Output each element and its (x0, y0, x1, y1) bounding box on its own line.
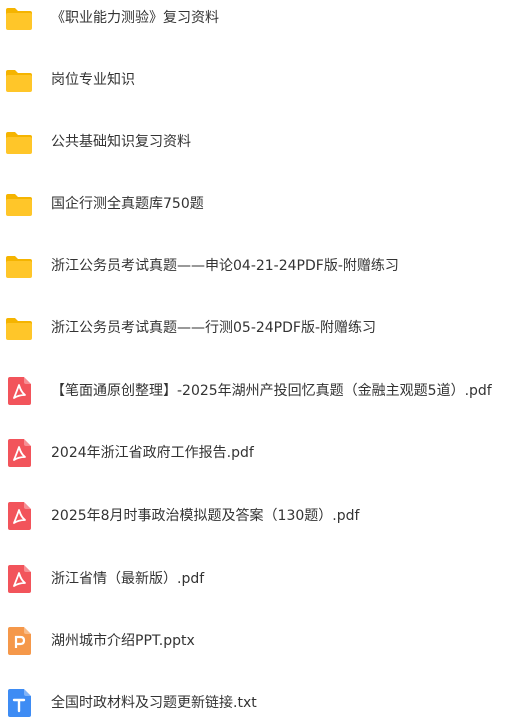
file-row-4[interactable]: 浙江公务员考试真题——申论04-21-24PDF版-附赠练习 (0, 248, 521, 284)
folder-icon (5, 3, 33, 33)
folder-icon (5, 189, 33, 219)
file-row-3[interactable]: 国企行测全真题库750题 (0, 186, 521, 222)
file-name: 【笔面通原创整理】-2025年湖州产投回忆真题（金融主观题5道）.pdf (51, 383, 492, 399)
file-name: 浙江省情（最新版）.pdf (51, 571, 205, 587)
folder-icon (5, 127, 33, 157)
folder-icon (5, 65, 33, 95)
file-name: 浙江公务员考试真题——申论04-21-24PDF版-附赠练习 (51, 258, 399, 274)
file-row-7[interactable]: 2024年浙江省政府工作报告.pdf (0, 435, 521, 471)
file-row-2[interactable]: 公共基础知识复习资料 (0, 124, 521, 160)
file-row-0[interactable]: 《职业能力测验》复习资料 (0, 0, 521, 36)
file-name: 2025年8月时事政治模拟题及答案（130题）.pdf (51, 508, 360, 524)
folder-icon (5, 313, 33, 343)
file-name: 国企行测全真题库750题 (51, 196, 204, 212)
file-row-11[interactable]: 全国时政材料及习题更新链接.txt (0, 685, 521, 721)
file-name: 公共基础知识复习资料 (51, 134, 191, 150)
file-row-5[interactable]: 浙江公务员考试真题——行测05-24PDF版-附赠练习 (0, 310, 521, 346)
txt-icon (5, 688, 33, 718)
pdf-icon (5, 438, 33, 468)
file-row-9[interactable]: 浙江省情（最新版）.pdf (0, 561, 521, 597)
pdf-icon (5, 501, 33, 531)
file-name: 《职业能力测验》复习资料 (51, 10, 219, 26)
file-name: 岗位专业知识 (51, 72, 135, 88)
pdf-icon (5, 376, 33, 406)
folder-icon (5, 251, 33, 281)
file-row-1[interactable]: 岗位专业知识 (0, 62, 521, 98)
pdf-icon (5, 564, 33, 594)
file-row-6[interactable]: 【笔面通原创整理】-2025年湖州产投回忆真题（金融主观题5道）.pdf (0, 373, 521, 409)
file-name: 浙江公务员考试真题——行测05-24PDF版-附赠练习 (51, 320, 377, 336)
file-name: 全国时政材料及习题更新链接.txt (51, 695, 257, 711)
pptx-icon (5, 626, 33, 656)
file-row-8[interactable]: 2025年8月时事政治模拟题及答案（130题）.pdf (0, 498, 521, 534)
file-row-10[interactable]: 湖州城市介绍PPT.pptx (0, 623, 521, 659)
file-name: 2024年浙江省政府工作报告.pdf (51, 445, 254, 461)
file-name: 湖州城市介绍PPT.pptx (51, 633, 195, 649)
